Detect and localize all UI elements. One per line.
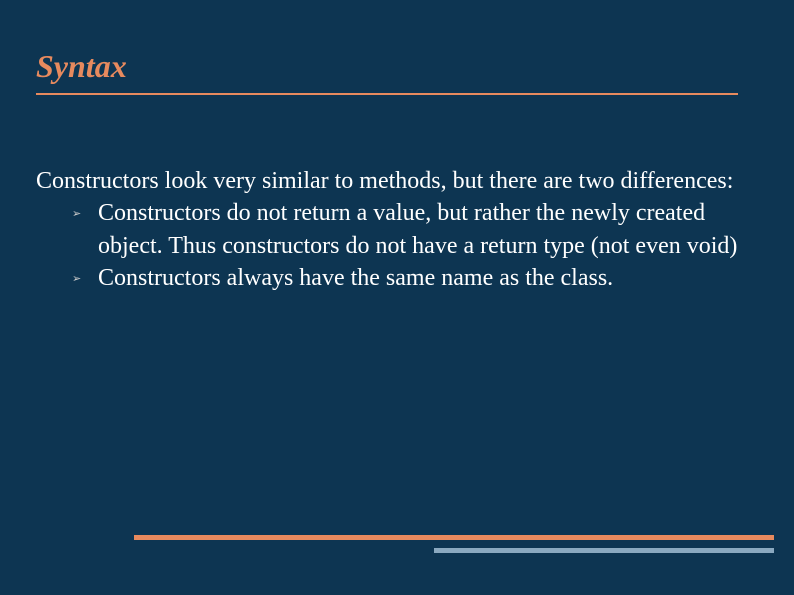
bullet-text: Constructors do not return a value, but …: [98, 200, 737, 258]
bullet-list: ➢ Constructors do not return a value, bu…: [36, 197, 758, 294]
bullet-item: ➢ Constructors do not return a value, bu…: [72, 197, 758, 262]
slide-title: Syntax: [36, 48, 758, 85]
bullet-item: ➢ Constructors always have the same name…: [72, 262, 758, 294]
decor-line-blue: [434, 548, 774, 553]
footer-decoration: [134, 535, 774, 553]
bullet-text: Constructors always have the same name a…: [98, 265, 613, 291]
chevron-right-icon: ➢: [72, 272, 81, 287]
chevron-right-icon: ➢: [72, 207, 81, 222]
decor-line-orange: [134, 535, 774, 540]
slide: Syntax Constructors look very similar to…: [0, 0, 794, 595]
intro-text: Constructors look very similar to method…: [36, 165, 758, 197]
slide-content: Constructors look very similar to method…: [36, 165, 758, 295]
title-underline: [36, 93, 738, 95]
